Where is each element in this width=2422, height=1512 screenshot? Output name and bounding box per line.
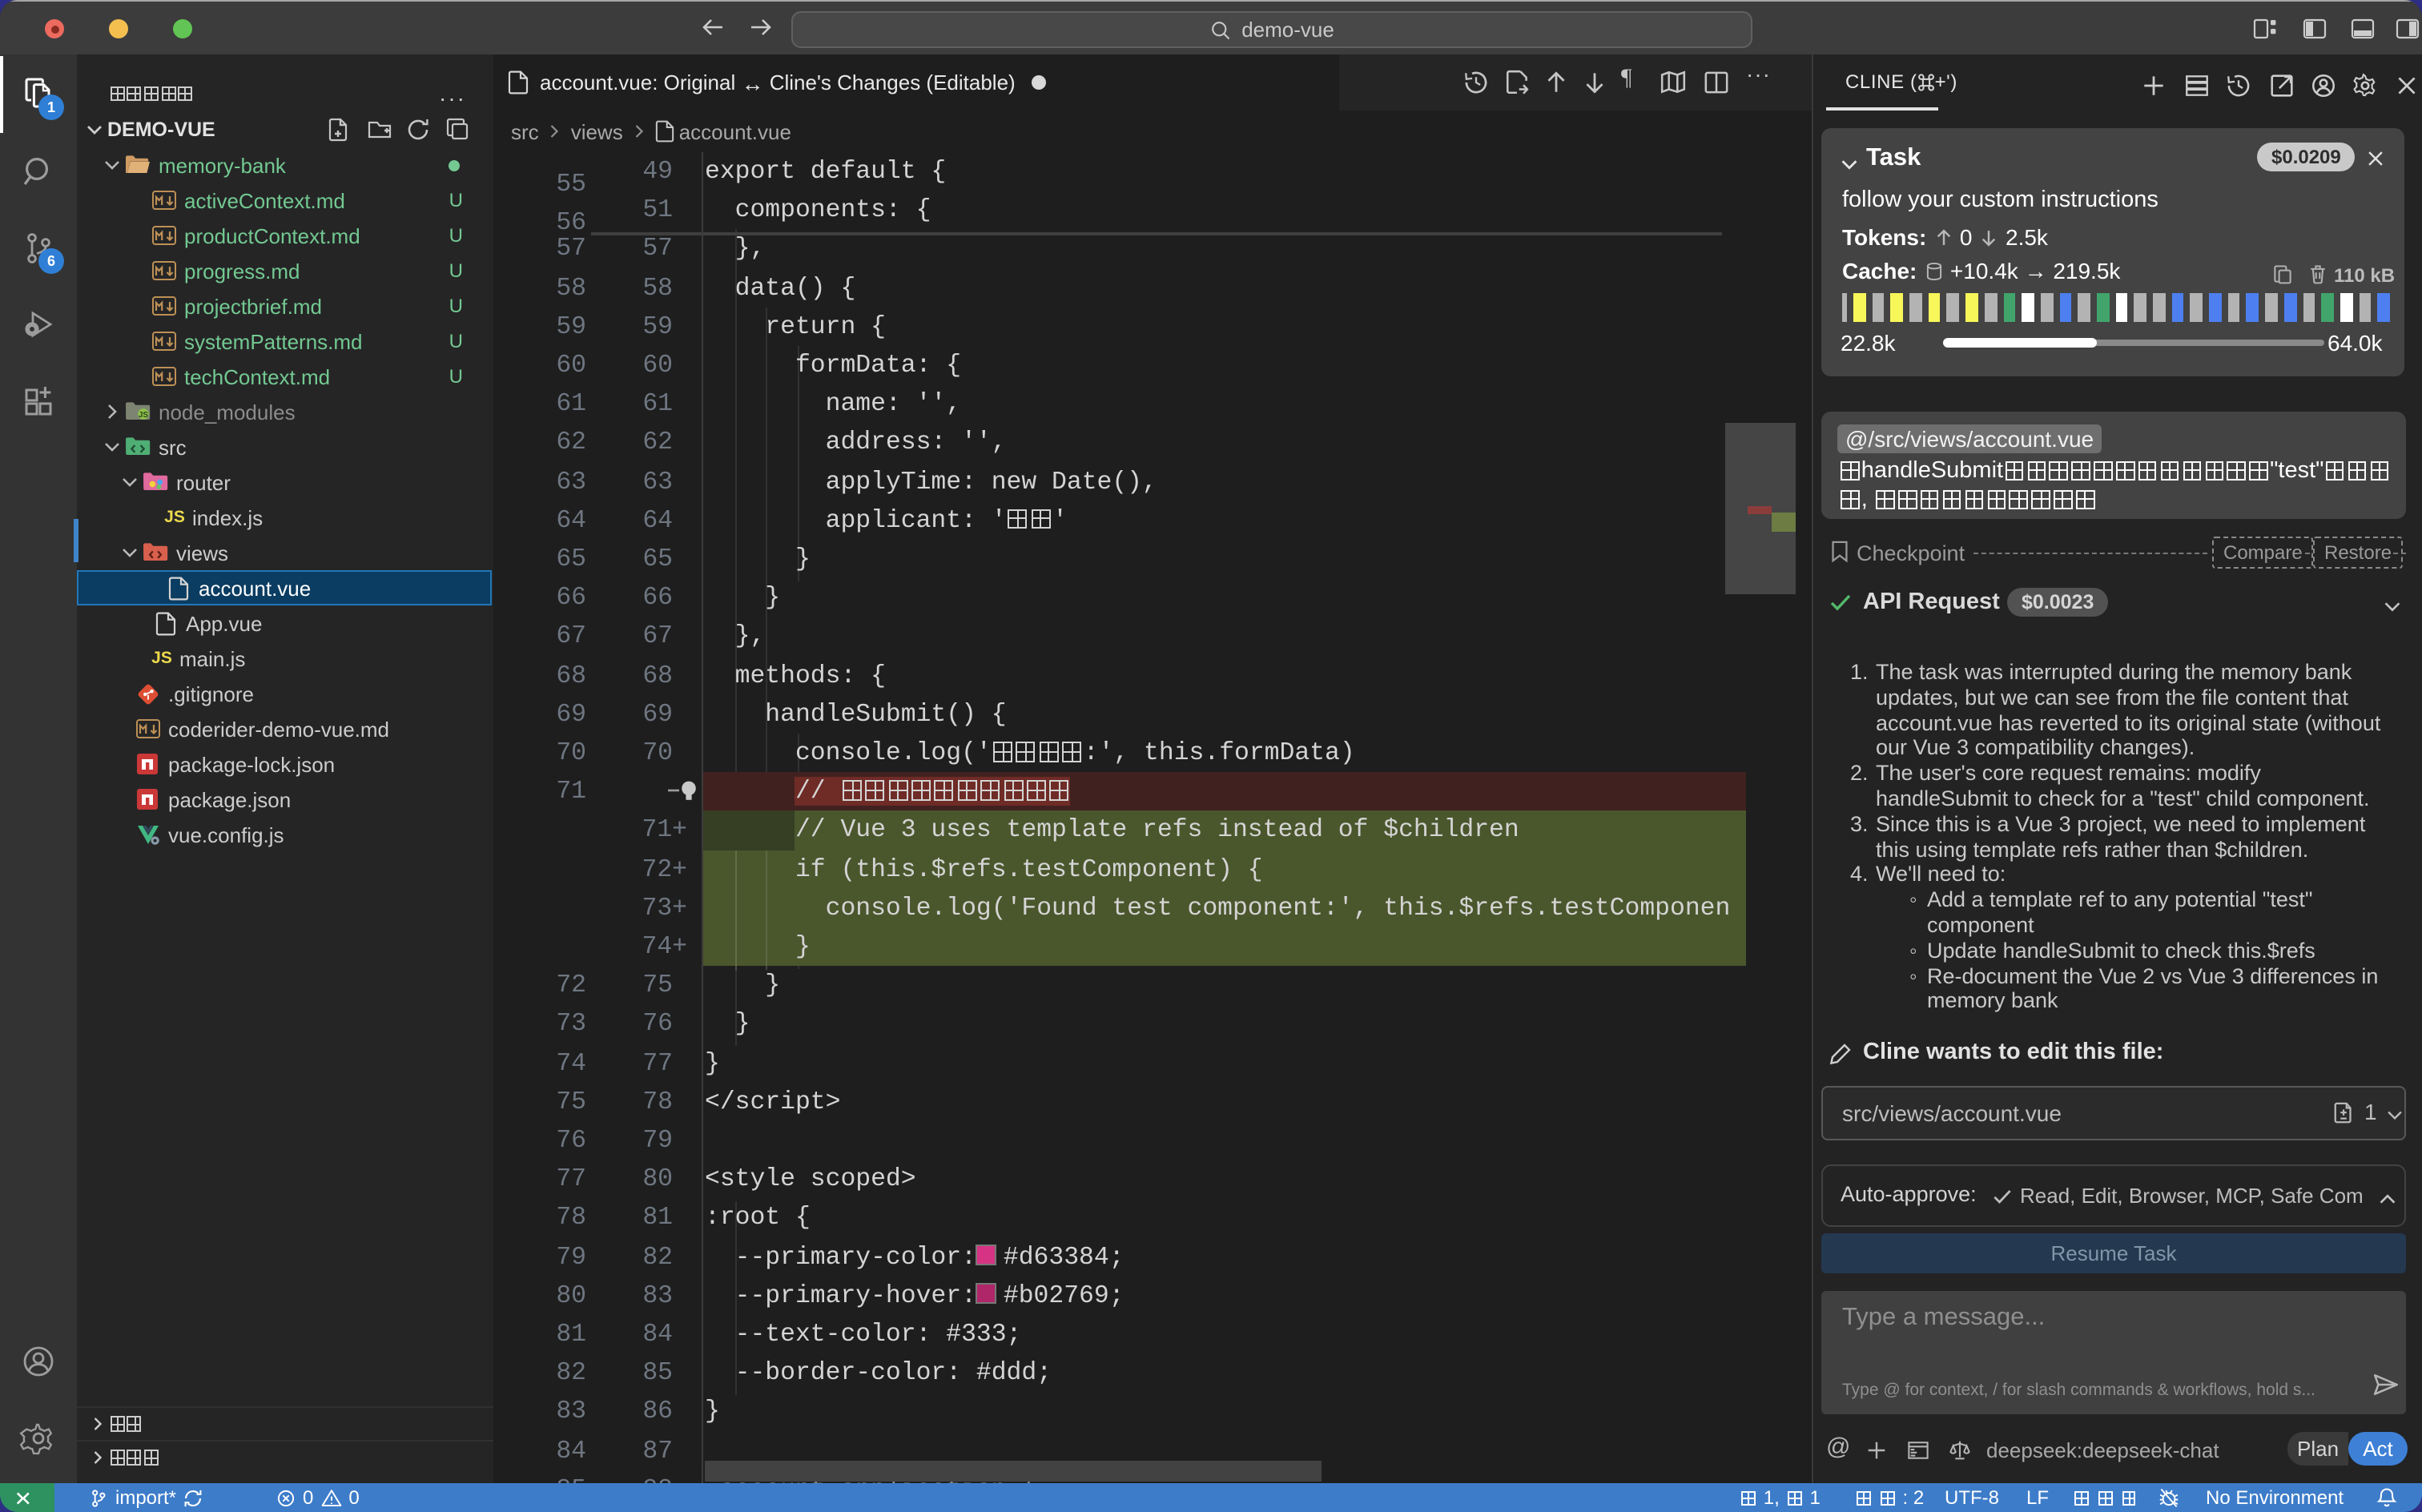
svg-text:JS: JS [139,411,149,420]
